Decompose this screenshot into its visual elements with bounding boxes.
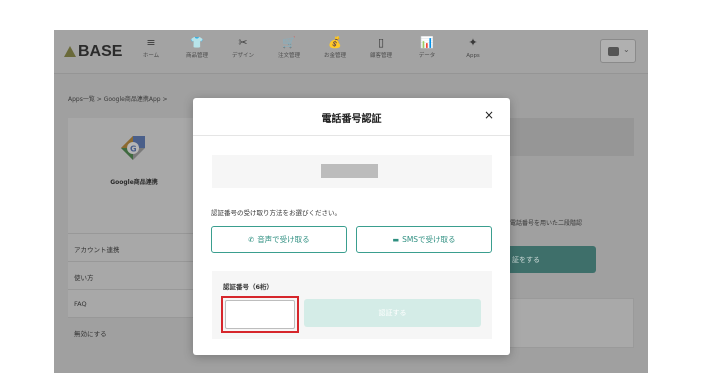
shop-icon [608,47,619,56]
nav-design[interactable]: ✂ デザイン [220,36,266,70]
main-nav: ≡ ホーム 👕 商品管理 ✂ デザイン 🛒 注文管理 💰 お金管理 ▯ 顧客管理 📊 データ … [128,36,496,70]
shirt-icon: 👕 [190,36,204,49]
nav-home[interactable]: ≡ ホーム [128,36,174,70]
base-logo[interactable]: BASE [64,43,122,61]
enable-2fa-button[interactable]: 証をする [500,246,596,273]
receive-by-sms-button[interactable]: ▬ SMSで受け取る [356,226,492,253]
header: BASE ≡ ホーム 👕 商品管理 ✂ デザイン 🛒 注文管理 💰 お金管理 ▯ 顧客管理 … [54,30,648,74]
menu-icon: ≡ [146,36,156,49]
modal-title: 電話番号認証 [321,114,382,125]
shop-menu-button[interactable]: ⌄ [600,39,636,63]
nav-money[interactable]: 💰 お金管理 [312,36,358,70]
receive-by-voice-button[interactable]: ✆ 音声で受け取る [211,226,347,253]
close-icon[interactable]: × [482,108,496,122]
svg-text:G: G [130,145,137,154]
two-factor-description: 電話番号を用いた二段階認 [510,220,583,227]
app-sidebar: G Google商品連携 アカウント連携 使い方 FAQ 無効にする [68,118,200,338]
sidebar-item-account[interactable]: アカウント連携 [68,233,200,261]
app-title: Google商品連携 [110,179,158,186]
sidebar-item-usage[interactable]: 使い方 [68,261,200,289]
money-bag-icon: 💰 [328,36,342,49]
phone-verification-modal: 電話番号認証 × 認証番号の受け取り方法をお選びください。 ✆ 音声で受け取る ▬… [193,98,510,355]
nav-apps[interactable]: ✦ Apps [450,36,496,70]
page: BASE ≡ ホーム 👕 商品管理 ✂ デザイン 🛒 注文管理 💰 お金管理 ▯ 顧客管理 … [0,0,701,373]
code-label: 認証番号（6桁） [223,283,274,291]
chat-bubble-icon: ▬ [392,236,400,244]
breadcrumb[interactable]: Apps一覧 > Google商品連携App > [68,94,168,103]
verification-code-input[interactable] [225,300,295,329]
sidebar-item-faq[interactable]: FAQ [68,289,200,317]
chevron-down-icon: ⌄ [623,45,630,54]
cart-icon: 🛒 [282,36,296,49]
code-entry-panel: 認証番号（6桁） 認証する [212,271,492,339]
nav-data[interactable]: 📊 データ [404,36,450,70]
chart-icon: 📊 [420,36,434,49]
nav-products[interactable]: 👕 商品管理 [174,36,220,70]
masked-phone-number [321,164,378,178]
method-prompt: 認証番号の受け取り方法をお選びください。 [211,209,341,217]
apps-icon: ✦ [468,36,478,49]
phone-icon: ▯ [377,36,385,49]
divider [193,135,510,136]
sidebar-item-disable[interactable]: 無効にする [68,317,200,345]
code-input-highlight [221,296,299,333]
verify-button[interactable]: 認証する [304,299,481,327]
nav-orders[interactable]: 🛒 注文管理 [266,36,312,70]
google-shopping-icon: G [121,136,145,160]
nav-customers[interactable]: ▯ 顧客管理 [358,36,404,70]
design-icon: ✂ [238,36,248,49]
phone-handset-icon: ✆ [248,236,255,244]
phone-number-display [212,155,492,188]
